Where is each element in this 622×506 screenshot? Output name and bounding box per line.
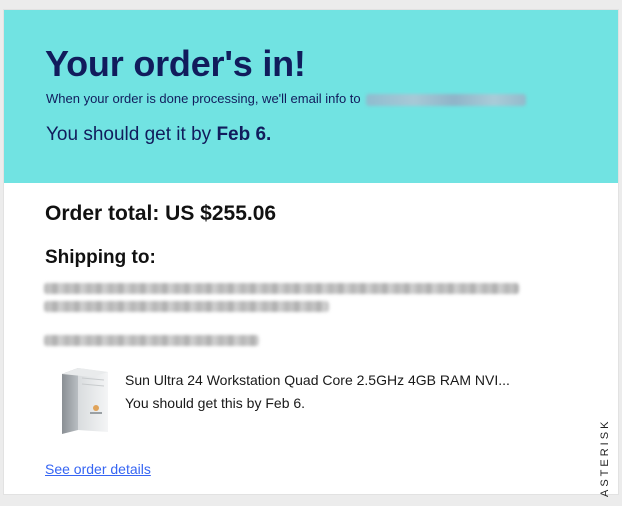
see-order-details-link[interactable]: See order details — [45, 461, 151, 477]
redacted-order-number — [44, 335, 259, 346]
delivery-estimate-date: Feb 6. — [216, 124, 272, 145]
order-total: Order total: US $255.06 — [45, 202, 277, 225]
item-delivery-estimate: You should get this by Feb 6. — [125, 395, 306, 411]
item-thumbnail[interactable] — [52, 364, 114, 438]
confirmation-banner: Your order's in! When your order is done… — [4, 10, 618, 183]
email-notice-text: When your order is done processing, we'l… — [46, 91, 361, 106]
delivery-estimate: You should get it by Feb 6. — [46, 124, 271, 146]
redacted-email — [366, 93, 527, 106]
redacted-address-line-2 — [44, 301, 329, 312]
watermark-text: ASTERISK — [599, 418, 611, 497]
shipping-heading: Shipping to: — [45, 247, 156, 268]
delivery-estimate-prefix: You should get it by — [46, 124, 217, 145]
email-notice: When your order is done processing, we'l… — [46, 91, 527, 106]
redacted-address-line-1 — [44, 283, 519, 294]
page-title: Your order's in! — [45, 43, 306, 84]
item-title[interactable]: Sun Ultra 24 Workstation Quad Core 2.5GH… — [125, 372, 510, 388]
workstation-tower-icon — [62, 368, 108, 434]
order-confirmation-card: Your order's in! When your order is done… — [4, 10, 618, 494]
